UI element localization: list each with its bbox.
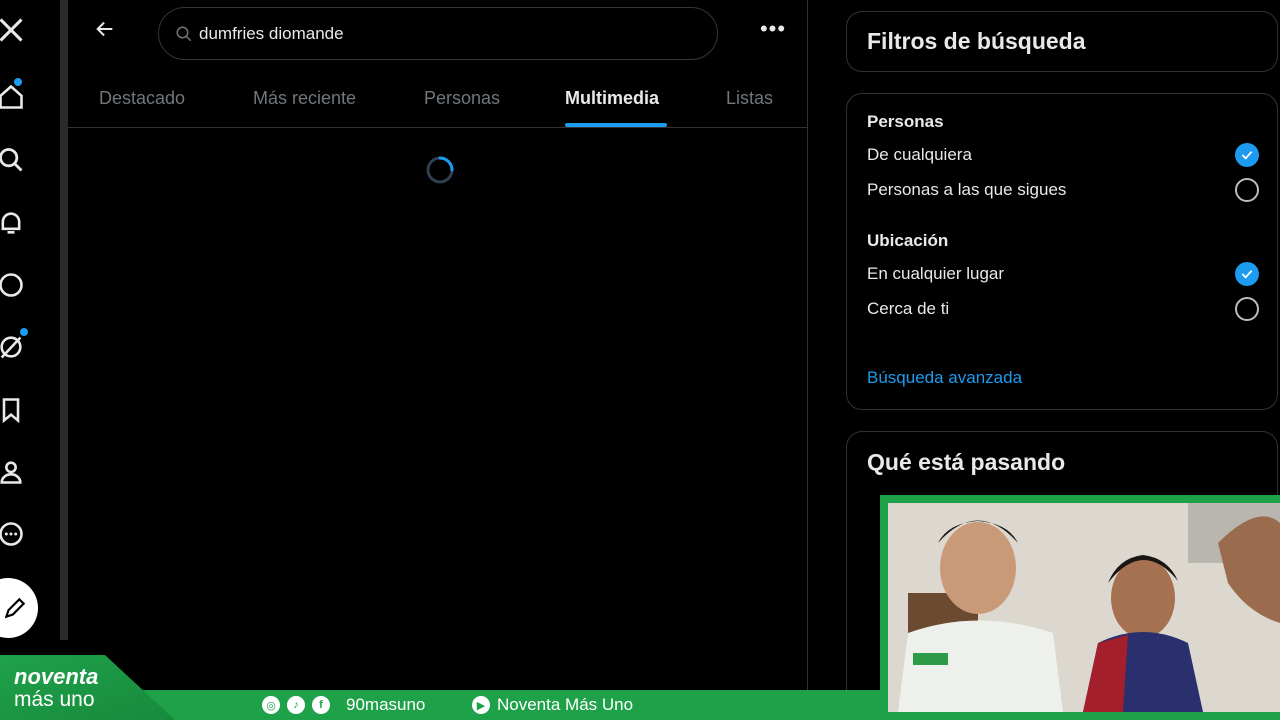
webcam-video	[888, 503, 1280, 712]
left-nav-rail	[0, 0, 60, 690]
notifications-icon[interactable]	[0, 208, 26, 238]
tab-multimedia[interactable]: Multimedia	[565, 68, 659, 128]
search-icon[interactable]	[0, 145, 26, 175]
filter-option-label: De cualquiera	[867, 145, 972, 164]
social-handle: 90masuno	[346, 695, 426, 714]
back-button[interactable]	[88, 12, 122, 46]
instagram-icon: ◎	[262, 696, 280, 714]
filter-option-label: Personas a las que sigues	[867, 180, 1067, 199]
advanced-search-link[interactable]: Búsqueda avanzada	[867, 368, 1022, 388]
tab-label: Listas	[726, 87, 774, 108]
youtube-icon: ▶	[472, 696, 490, 714]
search-results-column: ••• Destacado Más reciente Personas Mult…	[68, 0, 808, 690]
webcam-people-image	[888, 503, 1280, 712]
search-field-icon	[176, 26, 192, 41]
more-icon[interactable]	[0, 519, 26, 549]
bookmarks-icon[interactable]	[0, 395, 26, 425]
checkmark-icon[interactable]	[1235, 262, 1259, 286]
tiktok-icon: ♪	[287, 696, 305, 714]
loading-spinner	[426, 156, 454, 184]
tab-label: Multimedia	[565, 87, 660, 108]
messages-icon[interactable]	[0, 270, 26, 300]
compose-button[interactable]	[0, 578, 38, 638]
brand-logo-bottom: más uno	[14, 688, 95, 711]
checkmark-icon[interactable]	[1235, 143, 1259, 167]
filter-option-anyone[interactable]: De cualquiera	[867, 140, 1259, 170]
people-filter-heading: Personas	[867, 112, 944, 131]
active-tab-indicator	[565, 123, 667, 127]
trending-title: Qué está pasando	[867, 449, 1066, 475]
tab-mas-reciente[interactable]: Más reciente	[253, 68, 356, 128]
filter-option-label: En cualquier lugar	[867, 264, 1005, 283]
x-logo-icon[interactable]	[0, 15, 26, 45]
filters-title: Filtros de búsqueda	[867, 28, 1086, 54]
tab-listas[interactable]: Listas	[726, 68, 773, 128]
filter-option-following[interactable]: Personas a las que sigues	[867, 175, 1259, 205]
filter-option-label: Cerca de ti	[867, 299, 950, 318]
location-filter-heading: Ubicación	[867, 231, 949, 250]
compose-icon	[4, 597, 26, 619]
search-filters-card: Personas De cualquiera Personas a las qu…	[846, 93, 1278, 410]
rail-scrollbar[interactable]	[60, 0, 68, 640]
grok-icon[interactable]	[0, 332, 26, 362]
tab-label: Personas	[424, 87, 501, 108]
filter-option-anywhere[interactable]: En cualquier lugar	[867, 259, 1259, 289]
radio-unchecked-icon[interactable]	[1235, 178, 1259, 202]
brand-logo-top: noventa	[14, 664, 99, 689]
channel-name: Noventa Más Uno	[497, 695, 634, 714]
grok-unread-dot	[20, 328, 28, 336]
search-input[interactable]	[199, 23, 679, 44]
search-tabs: Destacado Más reciente Personas Multimed…	[68, 68, 808, 128]
tab-personas[interactable]: Personas	[424, 68, 500, 128]
filters-header-card: Filtros de búsqueda	[846, 11, 1278, 72]
tab-label: Destacado	[99, 87, 186, 108]
tab-label: Más reciente	[253, 87, 357, 108]
more-options-icon: •••	[759, 16, 787, 41]
more-options-button[interactable]: •••	[756, 12, 790, 46]
webcam-overlay	[880, 495, 1280, 720]
home-unread-dot	[14, 78, 22, 86]
filter-option-near-you[interactable]: Cerca de ti	[867, 294, 1259, 324]
home-icon[interactable]	[0, 82, 26, 112]
search-box[interactable]	[158, 7, 718, 60]
profile-icon[interactable]	[0, 457, 26, 487]
radio-unchecked-icon[interactable]	[1235, 297, 1259, 321]
back-arrow-icon	[96, 21, 113, 37]
tab-destacado[interactable]: Destacado	[99, 68, 185, 128]
facebook-icon: f	[312, 696, 330, 714]
